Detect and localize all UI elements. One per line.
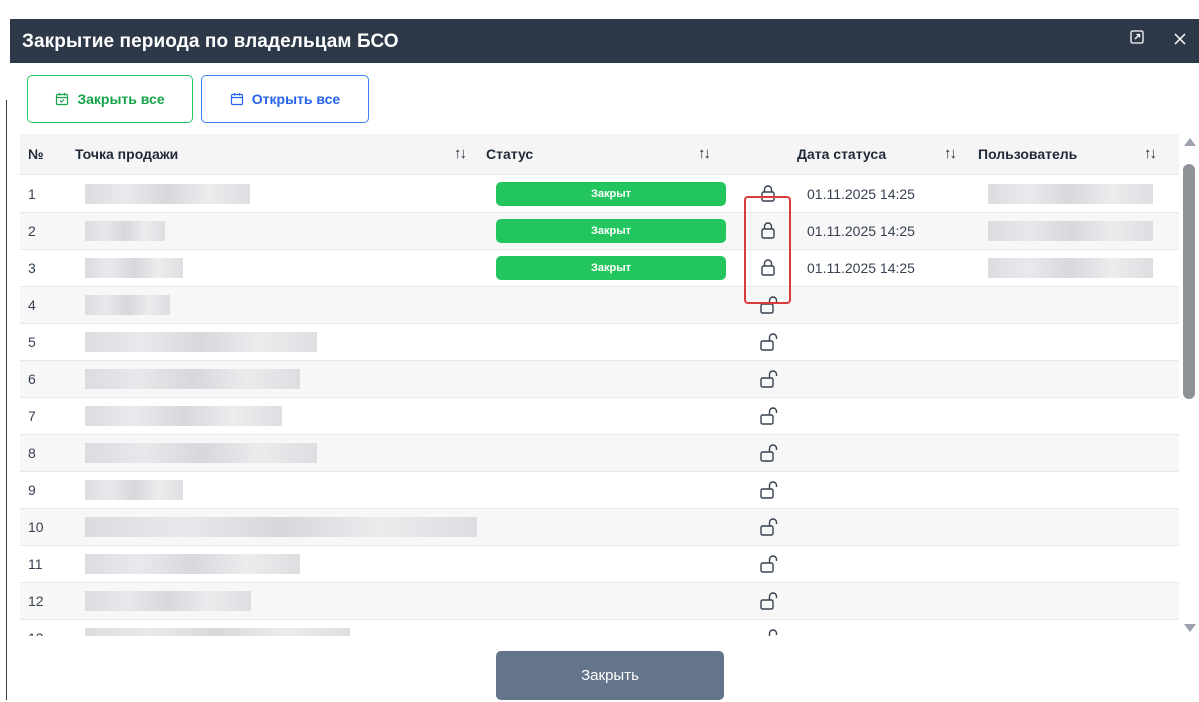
redacted-point-name	[85, 591, 251, 611]
close-icon[interactable]	[1169, 29, 1191, 51]
unlock-icon[interactable]	[758, 294, 778, 316]
table-row[interactable]: 3 Закрыт 01.11.2025 14:25	[20, 250, 1179, 287]
lock-icon[interactable]	[758, 257, 778, 279]
redacted-point-name	[85, 406, 282, 426]
redacted-point-name	[85, 332, 317, 352]
table-header: № Точка продажи ↑↓ Статус ↑↓ Дата статус…	[20, 134, 1179, 175]
redacted-point-name	[85, 443, 317, 463]
redacted-point-name	[85, 628, 350, 636]
unlock-icon[interactable]	[758, 368, 778, 390]
redacted-point-name	[85, 221, 165, 241]
row-number: 12	[28, 593, 44, 609]
redacted-point-name	[85, 517, 477, 537]
table-scrollbar[interactable]	[1181, 134, 1199, 636]
table-row[interactable]: 8	[20, 435, 1179, 472]
sort-arrows-icon[interactable]: ↑↓	[944, 145, 957, 162]
table-row[interactable]: 2 Закрыт 01.11.2025 14:25	[20, 213, 1179, 250]
header-status[interactable]: Статус	[486, 146, 533, 162]
close-button-label: Закрыть	[581, 667, 639, 684]
calendar-icon	[56, 93, 69, 106]
window-edge	[0, 0, 10, 702]
close-period-dialog: Закрытие периода по владельцам БСО Закры…	[10, 19, 1199, 702]
row-number: 7	[28, 408, 36, 424]
close-all-button[interactable]: Закрыть все	[27, 75, 193, 123]
table-row[interactable]: 6	[20, 361, 1179, 398]
row-number: 5	[28, 334, 36, 350]
table-row[interactable]: 7	[20, 398, 1179, 435]
open-all-button[interactable]: Открыть все	[201, 75, 369, 123]
redacted-point-name	[85, 480, 183, 500]
sort-arrows-icon[interactable]: ↑↓	[454, 145, 467, 162]
row-number: 10	[28, 519, 44, 535]
scroll-down-icon[interactable]	[1184, 624, 1196, 632]
window-top-area	[10, 0, 1199, 19]
header-date[interactable]: Дата статуса	[797, 146, 886, 162]
status-date: 01.11.2025 14:25	[807, 186, 915, 202]
unlock-icon[interactable]	[758, 553, 778, 575]
status-badge: Закрыт	[496, 256, 726, 280]
close-icon-glyph	[1174, 33, 1186, 45]
sort-arrows-icon[interactable]: ↑↓	[698, 145, 711, 162]
points-table: № Точка продажи ↑↓ Статус ↑↓ Дата статус…	[20, 134, 1179, 636]
unlock-icon[interactable]	[758, 442, 778, 464]
lock-icon[interactable]	[758, 220, 778, 242]
row-number: 6	[28, 371, 36, 387]
header-point[interactable]: Точка продажи	[75, 146, 178, 162]
redacted-point-name	[85, 184, 250, 204]
close-all-label: Закрыть все	[77, 91, 165, 107]
redacted-user-name	[988, 258, 1153, 278]
unlock-icon[interactable]	[758, 590, 778, 612]
row-number: 9	[28, 482, 36, 498]
status-date: 01.11.2025 14:25	[807, 223, 915, 239]
row-number: 11	[28, 556, 43, 572]
status-badge: Закрыт	[496, 219, 726, 243]
sort-arrows-icon[interactable]: ↑↓	[1144, 145, 1157, 162]
lock-icon[interactable]	[758, 183, 778, 205]
dialog-titlebar: Закрытие периода по владельцам БСО	[10, 19, 1199, 63]
unlock-icon[interactable]	[758, 405, 778, 427]
row-number: 3	[28, 260, 36, 276]
table-row[interactable]: 10	[20, 509, 1179, 546]
redacted-point-name	[85, 554, 300, 574]
unlock-icon[interactable]	[758, 627, 778, 636]
redacted-point-name	[85, 258, 183, 278]
row-number: 2	[28, 223, 36, 239]
row-number: 13	[28, 630, 44, 636]
dialog-title: Закрытие периода по владельцам БСО	[22, 31, 399, 52]
redacted-point-name	[85, 295, 170, 315]
table-row[interactable]: 11	[20, 546, 1179, 583]
header-user[interactable]: Пользователь	[978, 146, 1077, 162]
redacted-user-name	[988, 184, 1153, 204]
status-badge: Закрыт	[496, 182, 726, 206]
table-row[interactable]: 4	[20, 287, 1179, 324]
scroll-up-icon[interactable]	[1184, 138, 1196, 146]
expand-icon-glyph	[1130, 30, 1144, 44]
unlock-icon[interactable]	[758, 331, 778, 353]
unlock-icon[interactable]	[758, 516, 778, 538]
redacted-point-name	[85, 369, 300, 389]
table-row[interactable]: 5	[20, 324, 1179, 361]
open-all-label: Открыть все	[251, 91, 341, 107]
redacted-user-name	[988, 221, 1153, 241]
calendar-icon	[230, 93, 243, 106]
status-date: 01.11.2025 14:25	[807, 260, 915, 276]
header-num: №	[28, 146, 44, 162]
expand-icon[interactable]	[1126, 29, 1148, 51]
close-button[interactable]: Закрыть	[496, 651, 724, 700]
row-number: 1	[28, 186, 36, 202]
row-number: 4	[28, 297, 36, 313]
table-row[interactable]: 9	[20, 472, 1179, 509]
table-row[interactable]: 12	[20, 583, 1179, 620]
scrollbar-thumb[interactable]	[1183, 164, 1195, 399]
table-row[interactable]: 13	[20, 620, 1179, 636]
table-row[interactable]: 1 Закрыт 01.11.2025 14:25	[20, 176, 1179, 213]
unlock-icon[interactable]	[758, 479, 778, 501]
row-number: 8	[28, 445, 36, 461]
